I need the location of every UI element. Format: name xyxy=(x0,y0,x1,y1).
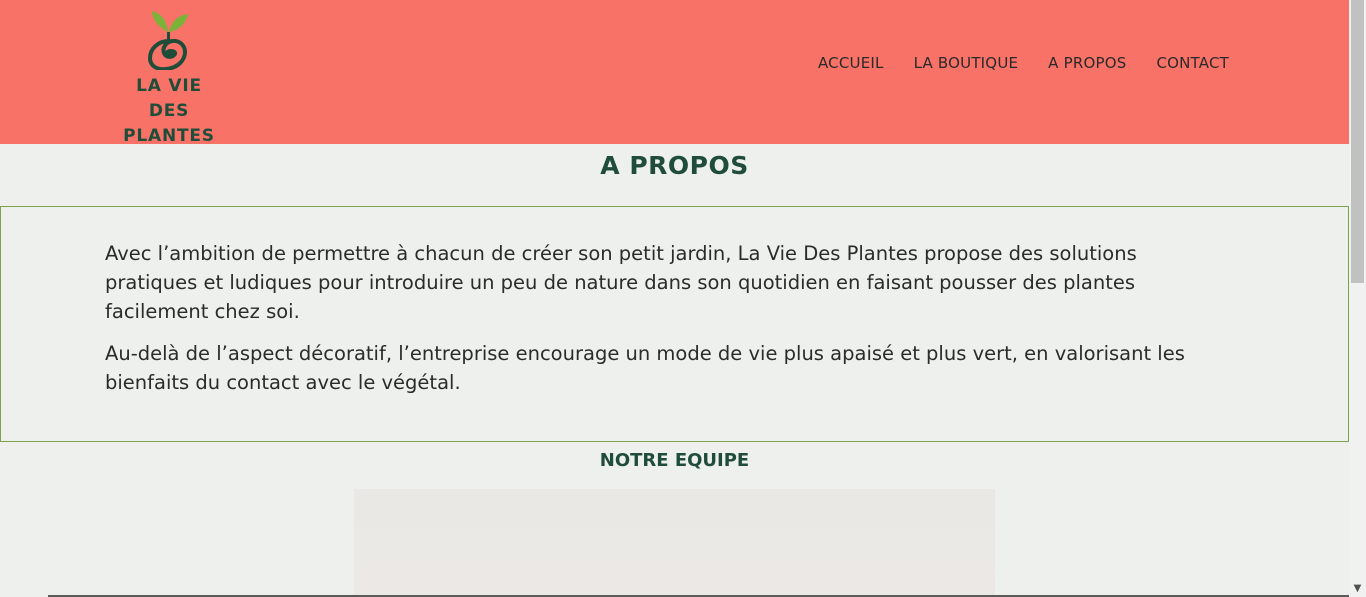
scrollbar-thumb[interactable] xyxy=(1351,0,1364,283)
main-nav: ACCUEIL LA BOUTIQUE A PROPOS CONTACT xyxy=(818,54,1229,72)
brand-name-line2: PLANTES xyxy=(123,126,215,146)
vertical-scrollbar[interactable]: ▼ xyxy=(1349,0,1366,597)
team-heading: NOTRE EQUIPE xyxy=(599,450,750,471)
page: LA VIE DES PLANTES ACCUEIL LA BOUTIQUE A… xyxy=(0,0,1349,597)
about-paragraph-1: Avec l’ambition de permettre à chacun de… xyxy=(105,242,1137,323)
brand-name-line1: LA VIE DES xyxy=(136,76,202,121)
plant-logo-icon xyxy=(147,11,188,70)
about-section: Avec l’ambition de permettre à chacun de… xyxy=(0,206,1349,442)
nav-link-boutique[interactable]: LA BOUTIQUE xyxy=(914,54,1019,72)
page-title: A PROPOS xyxy=(600,151,749,180)
nav-link-accueil[interactable]: ACCUEIL xyxy=(818,54,884,72)
nav-link-contact[interactable]: CONTACT xyxy=(1156,54,1229,72)
brand-logo[interactable]: LA VIE DES PLANTES xyxy=(114,8,224,146)
nav-link-a-propos[interactable]: A PROPOS xyxy=(1048,54,1126,72)
team-photo xyxy=(354,489,995,597)
site-header: LA VIE DES PLANTES ACCUEIL LA BOUTIQUE A… xyxy=(0,0,1349,146)
about-paragraph-2: Au-delà de l’aspect décoratif, l’entrepr… xyxy=(105,342,1185,394)
chevron-down-icon[interactable]: ▼ xyxy=(1349,581,1366,597)
